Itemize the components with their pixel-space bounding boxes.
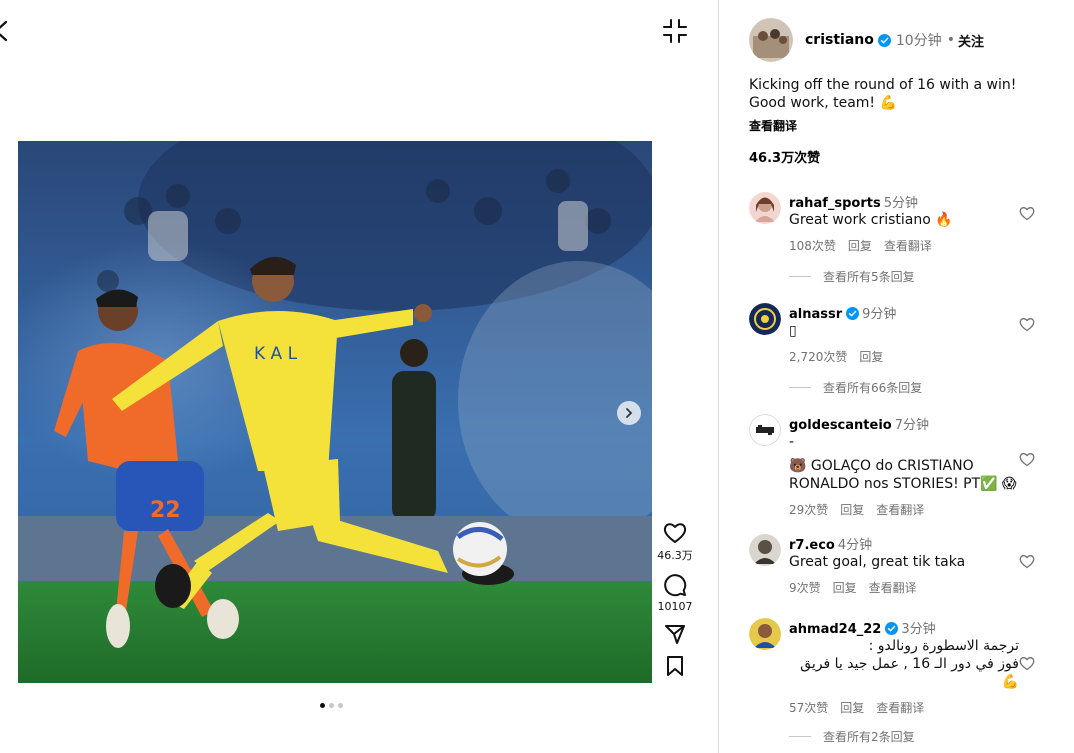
svg-text:22: 22 bbox=[150, 498, 181, 523]
commenter-avatar[interactable] bbox=[749, 303, 781, 335]
commenter-username[interactable]: r7.eco bbox=[789, 538, 835, 553]
see-translation-link[interactable]: 查看翻译 bbox=[876, 501, 924, 518]
commenter-username[interactable]: goldescanteio bbox=[789, 418, 892, 433]
comment-likes[interactable]: 57次赞 bbox=[789, 699, 828, 716]
post-media-pane: 22 K A L 46.3万 10107 bbox=[0, 0, 718, 753]
see-translation-link[interactable]: 查看翻译 bbox=[884, 237, 932, 254]
comment-text-line: - bbox=[789, 434, 795, 450]
divider bbox=[789, 736, 811, 737]
separator-dot: • bbox=[946, 32, 955, 48]
commenter-username[interactable]: rahaf_sports bbox=[789, 196, 881, 211]
verified-badge-icon bbox=[885, 622, 899, 635]
reply-button[interactable]: 回复 bbox=[840, 501, 864, 518]
comment-likes[interactable]: 108次赞 bbox=[789, 237, 836, 254]
commenter-avatar[interactable] bbox=[749, 192, 781, 224]
view-replies-label: 查看所有66条回复 bbox=[823, 381, 923, 395]
reply-button[interactable]: 回复 bbox=[840, 699, 864, 716]
commenter-username[interactable]: ahmad24_22 bbox=[789, 622, 881, 637]
author-username[interactable]: cristiano bbox=[805, 32, 874, 48]
view-replies-button[interactable]: 查看所有2条回复 bbox=[789, 728, 1059, 745]
see-translation-link[interactable]: 查看翻译 bbox=[876, 699, 924, 716]
comment-likes[interactable]: 2,720次赞 bbox=[789, 348, 847, 365]
post-actions: 46.3万 10107 bbox=[650, 522, 700, 687]
comment-time: 9分钟 bbox=[862, 307, 897, 322]
carousel-dot-active bbox=[320, 703, 325, 708]
comment-likes[interactable]: 9次赞 bbox=[789, 579, 821, 596]
reply-button[interactable]: 回复 bbox=[833, 579, 857, 596]
comment-text-line: 💪 bbox=[1001, 674, 1019, 690]
post-caption: Kicking off the round of 16 with a win! … bbox=[749, 77, 1017, 111]
comment-time: 4分钟 bbox=[837, 538, 873, 553]
comment-heart-icon[interactable] bbox=[1019, 554, 1035, 569]
heart-icon bbox=[663, 523, 687, 543]
chevron-right-icon bbox=[626, 408, 633, 418]
carousel-dots bbox=[320, 703, 343, 708]
post-image[interactable]: 22 K A L bbox=[18, 141, 652, 683]
verified-badge-icon bbox=[877, 33, 891, 47]
commenter-avatar[interactable] bbox=[749, 534, 781, 566]
carousel-next-button[interactable] bbox=[617, 401, 641, 425]
bookmark-icon bbox=[667, 656, 683, 676]
post-details-pane: cristiano 10分钟 • 关注 Kicking off the roun… bbox=[718, 0, 1074, 753]
comment-heart-icon[interactable] bbox=[1019, 452, 1035, 467]
comment-heart-icon[interactable] bbox=[1019, 656, 1035, 671]
reply-button[interactable]: 回复 bbox=[848, 237, 872, 254]
back-arrow-icon[interactable] bbox=[0, 16, 14, 46]
post-header: cristiano 10分钟 • 关注 bbox=[749, 18, 984, 62]
divider bbox=[789, 387, 811, 388]
comment-heart-icon[interactable] bbox=[1019, 206, 1035, 221]
view-replies-label: 查看所有2条回复 bbox=[823, 730, 915, 744]
comment-time: 5分钟 bbox=[883, 196, 918, 211]
view-replies-button[interactable]: 查看所有5条回复 bbox=[789, 268, 1059, 285]
svg-text:K A L: K A L bbox=[254, 344, 298, 364]
verified-badge-icon bbox=[846, 307, 860, 320]
divider bbox=[789, 276, 811, 277]
comment-text: 🐻 GOLAÇO do CRISTIANO RONALDO nos STORIE… bbox=[789, 458, 1017, 492]
post-time: 10分钟 bbox=[895, 33, 942, 49]
post-likes[interactable]: 46.3万次赞 bbox=[749, 147, 820, 166]
comment-item: r7.eco 4分钟 Great goal, great tik taka 9次赞… bbox=[749, 534, 1059, 596]
author-avatar[interactable] bbox=[749, 18, 793, 62]
view-replies-button[interactable]: 查看所有66条回复 bbox=[789, 379, 1059, 396]
comment-text-line: ترجمة الاسطورة رونالدو : bbox=[868, 638, 1019, 654]
like-count: 46.3万 bbox=[657, 549, 693, 562]
comment-time: 3分钟 bbox=[901, 622, 936, 637]
comment-count: 10107 bbox=[657, 600, 693, 613]
comment-item: rahaf_sports 5分钟 Great work cristiano 🔥 1… bbox=[749, 192, 1059, 285]
carousel-dot bbox=[338, 703, 343, 708]
comment-likes[interactable]: 29次赞 bbox=[789, 501, 828, 518]
commenter-avatar[interactable] bbox=[749, 618, 781, 650]
view-replies-label: 查看所有5条回复 bbox=[823, 270, 915, 284]
follow-button[interactable]: 关注 bbox=[958, 31, 984, 50]
comment-item: goldescanteio 7分钟 - 🐻 GOLAÇO do CRISTIANO… bbox=[749, 414, 1059, 518]
commenter-avatar[interactable] bbox=[749, 414, 781, 446]
carousel-dot bbox=[329, 703, 334, 708]
share-button[interactable] bbox=[650, 623, 700, 645]
comment-time: 7分钟 bbox=[894, 418, 929, 433]
commenter-username[interactable]: alnassr bbox=[789, 307, 842, 322]
comment-item: ahmad24_22 3分钟 ترجمة الاسطورة رونالدو : ف… bbox=[749, 618, 1059, 745]
exit-fullscreen-icon[interactable] bbox=[662, 18, 688, 44]
comment-item: alnassr 9分钟 ▯ 2,720次赞 回复 查看所有66条回复 bbox=[749, 303, 1059, 396]
comment-button[interactable]: 10107 bbox=[650, 573, 700, 613]
comment-text-line: فوز في دور الـ 16 , عمل جيد يا فريق bbox=[800, 656, 1019, 672]
paper-plane-icon bbox=[665, 625, 685, 644]
comment-bubble-icon bbox=[664, 574, 687, 597]
like-button[interactable]: 46.3万 bbox=[650, 522, 700, 563]
save-button[interactable] bbox=[650, 655, 700, 677]
see-translation-link[interactable]: 查看翻译 bbox=[869, 579, 917, 596]
comment-heart-icon[interactable] bbox=[1019, 317, 1035, 332]
see-translation-link[interactable]: 查看翻译 bbox=[749, 117, 797, 134]
reply-button[interactable]: 回复 bbox=[859, 348, 883, 365]
